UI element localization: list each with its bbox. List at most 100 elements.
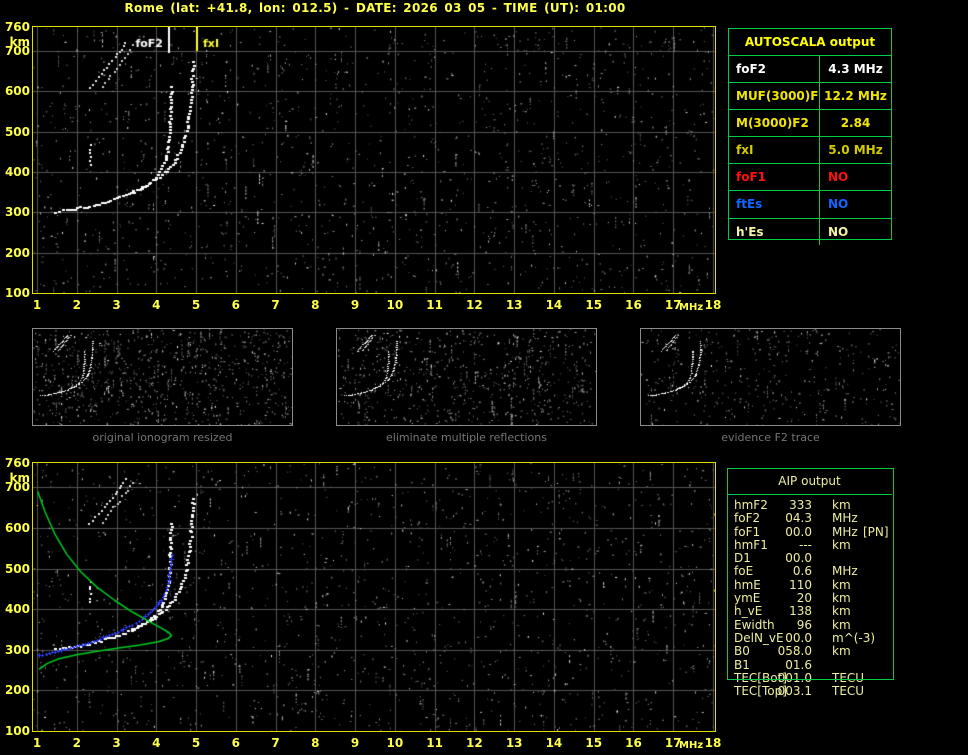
y-tick-label: 300	[4, 205, 30, 220]
aip-row-value: 003.1	[777, 684, 812, 699]
row-label: MUF(3000)F2	[729, 83, 820, 110]
aip-row-tectop: TEC[Top] 003.1 TECU	[727, 685, 892, 698]
aip-row-b0: B0 058.0 km	[727, 645, 892, 658]
aip-row-unit: km	[832, 577, 851, 592]
table-row-MUF3000F2: MUF(3000)F2 12.2 MHz	[729, 83, 891, 111]
aip-row-delnve: DelN_vE 00.0 m^(-3)	[727, 630, 892, 645]
aip-row-hve: h_vE 138 km	[727, 605, 892, 618]
aip-row-value: 0.6	[792, 564, 812, 579]
aip-row-hmf1: hmF1 --- km	[727, 537, 892, 552]
row-label: foF1	[729, 164, 820, 191]
x-tick-label: 13	[505, 736, 523, 750]
aip-row-b1: B1 01.6	[727, 657, 892, 672]
x-tick-label: 3	[112, 736, 121, 750]
x-tick-label: 6	[231, 298, 240, 312]
row-value: 12.2 MHz	[824, 89, 887, 104]
aip-row-unit: km	[832, 617, 851, 632]
autoscala-program-window: Rome (lat: +41.8, lon: 012.5) - DATE: 20…	[0, 0, 968, 755]
aip-row-value: 058.0	[777, 644, 812, 659]
x-tick-label: 11	[426, 298, 443, 312]
x-tick-label: 1	[32, 736, 42, 750]
x-tick-label: 9	[350, 298, 360, 312]
x-tick-label: 3	[112, 298, 121, 312]
row-value: 2.84	[840, 116, 871, 131]
aip-row-hmf2: hmF2 333 km	[727, 499, 892, 512]
aip-row-value: 00.0	[785, 551, 812, 566]
aip-row-hme: hmE 110 km	[727, 577, 892, 592]
table-row-ftEs: ftEs NO	[729, 191, 891, 219]
x-axis-unit-label: MHz	[679, 302, 704, 313]
x-tick-label: 2	[72, 736, 81, 750]
thumbnail-eliminate-reflections	[336, 328, 597, 426]
y-tick-label: 760	[4, 456, 30, 470]
aip-row-unit: km	[832, 604, 851, 619]
y-tick-label: 500	[4, 124, 30, 139]
x-tick-label: 12	[466, 736, 483, 750]
table-row-M3000F2: M(3000)F2 2.84	[729, 110, 891, 138]
y-tick-label: 700	[4, 44, 30, 59]
aip-row-value: ---	[799, 537, 812, 552]
aip-row-foe: foE 0.6 MHz	[727, 565, 892, 578]
aip-row-value: 01.6	[785, 657, 812, 672]
row-label: foF2	[729, 56, 820, 83]
table-row-foF2: foF2 4.3 MHz	[729, 56, 891, 84]
x-tick-label: 15	[585, 298, 603, 312]
aip-row-unit: km	[832, 591, 851, 606]
aip-row-fof2: foF2 04.3 MHz	[727, 512, 892, 525]
row-value: NO	[828, 197, 849, 212]
y-tick-label: 300	[4, 642, 30, 657]
aip-row-unit: m^(-3)	[832, 630, 876, 645]
aip-row-yme: ymE 20 km	[727, 592, 892, 605]
aip-row-value: 110	[789, 577, 812, 592]
aip-row-note: [PN]	[863, 524, 889, 539]
x-tick-label: 6	[231, 736, 240, 750]
x-tick-label: 4	[152, 736, 161, 750]
x-tick-label: 7	[271, 736, 280, 750]
thumbnail-caption: evidence F2 trace	[721, 431, 820, 444]
aip-row-ewidth: Ewidth 96 km	[727, 617, 892, 632]
bottom-ionogram-panel	[32, 462, 716, 732]
y-tick-label: 600	[4, 520, 30, 535]
x-tick-label: 10	[386, 298, 404, 312]
x-tick-label: 14	[545, 736, 563, 750]
x-tick-label: 15	[585, 736, 603, 750]
autoscala-output-table: AUTOSCALA output foF2 4.3 MHz MUF(3000)F…	[728, 28, 892, 245]
top-ionogram-panel	[32, 26, 716, 294]
x-tick-label: 5	[191, 298, 201, 312]
x-tick-label: 11	[426, 736, 443, 750]
x-tick-label: 1	[32, 298, 42, 312]
page-title: Rome (lat: +41.8, lon: 012.5) - DATE: 20…	[124, 1, 626, 15]
aip-row-unit: MHz	[832, 564, 858, 579]
y-tick-label: 760	[4, 20, 30, 34]
aip-row-tecbot: TEC[Bot] 001.0 TECU	[727, 670, 892, 685]
aip-row-value: 00.0	[785, 630, 812, 645]
bottom-ionogram-canvas	[33, 463, 715, 731]
thumbnail-evidence-f2	[640, 328, 901, 426]
y-tick-label: 600	[4, 84, 30, 99]
row-value: NO	[828, 170, 849, 185]
x-tick-label: 13	[505, 298, 523, 312]
y-tick-label: 200	[4, 245, 30, 260]
aip-row-unit: MHz	[832, 524, 858, 539]
aip-row-value: 138	[789, 604, 812, 619]
aip-row-unit: km	[832, 537, 851, 552]
top-ionogram-canvas	[33, 27, 715, 293]
aip-table-header: AIP output	[727, 468, 892, 495]
aip-row-value: 04.3	[785, 511, 812, 526]
y-tick-label: 700	[4, 480, 30, 495]
x-axis-unit-label: MHz	[679, 740, 704, 751]
aip-row-value: 333	[789, 498, 812, 512]
aip-row-unit: km	[832, 644, 851, 659]
aip-row-value: 00.0	[785, 524, 812, 539]
x-tick-label: 4	[152, 298, 161, 312]
x-tick-label: 10	[386, 736, 404, 750]
x-tick-label: 18	[704, 736, 722, 750]
x-tick-label: 16	[625, 298, 642, 312]
aip-row-unit: TECU	[832, 670, 865, 685]
row-label: ftEs	[729, 191, 820, 218]
thumbnail-caption: eliminate multiple reflections	[386, 431, 547, 444]
x-tick-label: 18	[704, 298, 722, 312]
aip-row-fof1: foF1 00.0 MHz [PN]	[727, 524, 892, 539]
table-row-foF1: foF1 NO	[729, 164, 891, 192]
aip-row-value: 20	[796, 591, 812, 606]
